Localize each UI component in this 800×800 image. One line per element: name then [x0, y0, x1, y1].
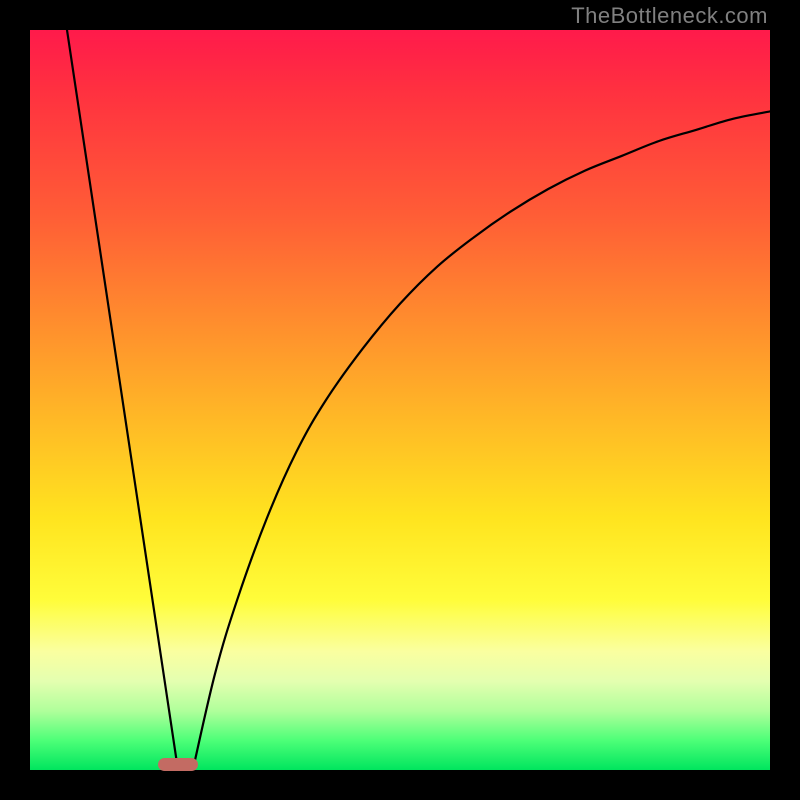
optimal-marker — [158, 758, 198, 771]
chart-frame: TheBottleneck.com — [0, 0, 800, 800]
plot-area — [30, 30, 770, 770]
watermark-text: TheBottleneck.com — [571, 3, 768, 29]
bottleneck-curve-path — [67, 30, 770, 770]
bottleneck-curve-svg — [30, 30, 770, 770]
